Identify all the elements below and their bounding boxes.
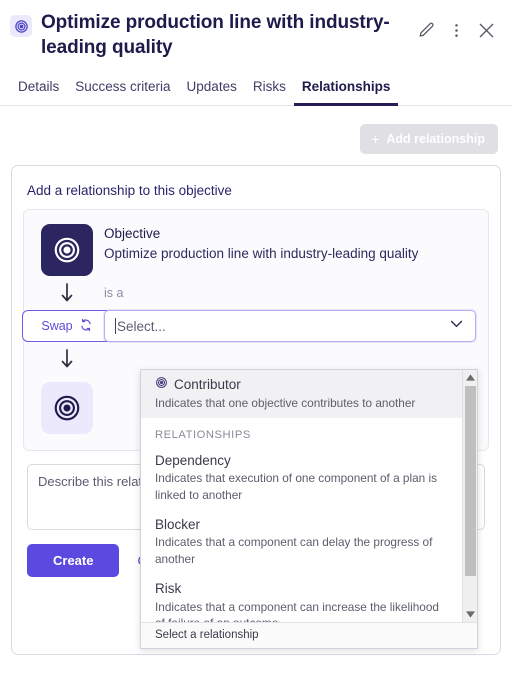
option-label: Dependency (155, 452, 231, 468)
header-actions (412, 16, 500, 44)
target-icon (41, 382, 93, 435)
relationship-select[interactable]: Select... (104, 310, 476, 343)
dropdown-option-risk[interactable]: Risk Indicates that a component can incr… (141, 574, 477, 622)
target-icon (10, 15, 32, 37)
target-icon (41, 224, 93, 277)
connector-row-top: is a (36, 276, 476, 310)
swap-column: Swap (22, 310, 112, 343)
create-button[interactable]: Create (27, 544, 120, 578)
dropdown-option-dependency[interactable]: Dependency Indicates that execution of o… (141, 446, 477, 510)
add-relationship-label: Add relationship (386, 132, 485, 147)
option-label: Blocker (155, 516, 201, 532)
tab-risks[interactable]: Risks (245, 75, 294, 106)
toolbar-row: + Add relationship (0, 106, 512, 155)
target-icon (155, 375, 168, 395)
tab-relationships[interactable]: Relationships (293, 75, 399, 107)
scroll-down-arrow-icon[interactable] (463, 607, 477, 622)
target-column (36, 342, 98, 435)
tab-updates[interactable]: Updates (179, 75, 245, 106)
text-cursor (115, 318, 116, 335)
relationship-dropdown: Contributor Indicates that one objective… (140, 369, 478, 649)
source-text-column: Objective Optimize production line with … (98, 224, 476, 265)
dropdown-footer: Select a relationship (141, 622, 477, 648)
swap-circular-arrows-icon (79, 318, 93, 335)
source-name-label: Optimize production line with industry-l… (104, 246, 419, 262)
plus-icon: + (371, 131, 380, 148)
tab-success-criteria[interactable]: Success criteria (67, 75, 178, 106)
option-label: Risk (155, 581, 182, 597)
arrow-column-top (36, 276, 98, 310)
panel-title: Add a relationship to this objective (27, 183, 232, 199)
option-description: Indicates that a component can increase … (155, 599, 439, 622)
option-description: Indicates that a component can delay the… (155, 535, 433, 566)
option-label: Contributor (174, 377, 241, 392)
tab-details[interactable]: Details (10, 75, 67, 106)
scroll-up-arrow-icon[interactable] (463, 370, 477, 385)
dropdown-option-contributor[interactable]: Contributor Indicates that one objective… (141, 370, 477, 418)
option-title-row: Contributor (155, 375, 463, 395)
dropdown-scroll-viewport: Contributor Indicates that one objective… (141, 370, 477, 622)
dropdown-scrollbar[interactable] (462, 370, 477, 622)
connector-label: is a (104, 286, 124, 301)
close-icon[interactable] (472, 16, 500, 44)
relationship-select-wrap: Select... (104, 310, 476, 343)
option-description: Indicates that execution of one componen… (155, 471, 438, 502)
dialog-header: Optimize production line with industry-l… (0, 0, 512, 60)
chevron-down-icon[interactable] (448, 315, 465, 337)
swap-label: Swap (41, 319, 73, 334)
add-relationship-button[interactable]: + Add relationship (360, 124, 498, 155)
dropdown-list: Contributor Indicates that one objective… (141, 370, 477, 622)
option-description: Indicates that one objective contributes… (155, 395, 416, 410)
source-icon-column (36, 224, 98, 277)
source-row: Objective Optimize production line with … (36, 224, 476, 277)
page-title: Optimize production line with industry-l… (41, 12, 390, 59)
is-a-column: is a (98, 276, 476, 310)
select-column: Select... (98, 310, 476, 343)
edit-icon[interactable] (412, 16, 440, 44)
scrollbar-thumb[interactable] (465, 386, 476, 576)
swap-select-row: Swap Select... (22, 310, 476, 343)
dropdown-group-label: RELATIONSHIPS (155, 428, 251, 441)
dropdown-option-blocker[interactable]: Blocker Indicates that a component can d… (141, 510, 477, 574)
arrow-down-icon (60, 276, 74, 310)
arrow-down-icon (60, 342, 74, 376)
select-placeholder: Select... (117, 318, 166, 334)
source-type-label: Objective (104, 226, 161, 242)
more-options-icon[interactable] (442, 16, 470, 44)
tab-bar: Details Success criteria Updates Risks R… (0, 74, 512, 107)
